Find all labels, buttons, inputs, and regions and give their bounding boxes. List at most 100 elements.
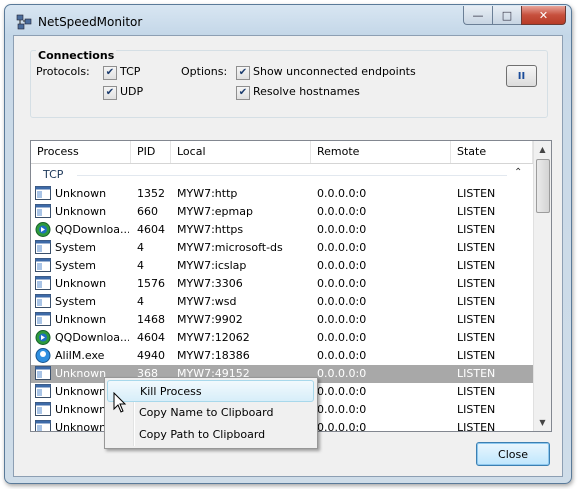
check-icon: ✔ [238,67,248,78]
table-row[interactable]: System 4 MYW7:microsoft-ds 0.0.0.0:0 LISTEN [31,239,533,257]
cell-remote: 0.0.0.0:0 [317,367,367,380]
window-close-button[interactable]: ✕ [521,6,566,25]
window-icon [35,204,51,219]
cell-process: QQDownloa... [55,223,129,236]
cell-local: MYW7:18386 [177,349,250,362]
cell-state: LISTEN [457,313,496,326]
tcp-checkbox[interactable]: ✔ [103,66,117,80]
scroll-down-arrow-icon[interactable]: ▼ [534,414,551,431]
cell-remote: 0.0.0.0:0 [317,187,367,200]
kill-process-menu-item[interactable]: Kill Process [107,380,314,402]
scroll-up-arrow-icon[interactable]: ▲ [534,141,551,158]
cell-process: System [55,295,97,308]
resolve-hostnames-checkbox[interactable]: ✔ [236,86,250,100]
cell-local: MYW7:icslap [177,259,247,272]
vertical-scrollbar[interactable]: ▲ ▼ [533,141,551,431]
cell-state: LISTEN [457,367,496,380]
cell-process: QQDownloa... [55,331,129,344]
close-icon: ✕ [538,8,549,22]
cell-local: MYW7:wsd [177,295,237,308]
options-label: Options: [181,65,228,78]
cell-remote: 0.0.0.0:0 [317,241,367,254]
connections-group: Connections Protocols: ✔ TCP ✔ UDP Optio… [30,49,548,118]
table-row[interactable]: QQDownloa... 4604 MYW7:12062 0.0.0.0:0 LISTE… [31,329,533,347]
pause-icon: II [517,70,526,82]
group-divider [77,175,507,176]
cell-remote: 0.0.0.0:0 [317,295,367,308]
minimize-icon: — [472,8,484,22]
udp-checkbox[interactable]: ✔ [103,86,117,100]
close-button[interactable]: Close [476,442,550,466]
cell-pid: 660 [137,205,158,218]
cell-local: MYW7:https [177,223,244,236]
cell-local: MYW7:12062 [177,331,250,344]
maximize-icon: □ [501,8,513,22]
tcp-group-header[interactable]: TCP ⌃ [31,165,533,183]
tcp-label[interactable]: TCP [120,65,140,78]
window-icon [35,312,51,327]
title-bar[interactable]: NetSpeedMonitor — □ ✕ [5,5,571,35]
table-row[interactable]: Unknown 1352 MYW7:http 0.0.0.0:0 LISTEN [31,185,533,203]
aliim-icon [35,348,51,363]
table-row[interactable]: Unknown 660 MYW7:epmap 0.0.0.0:0 LISTEN [31,203,533,221]
check-icon: ✔ [105,87,115,98]
window-icon [35,294,51,309]
cell-process: Unknown [55,205,107,218]
pause-button[interactable]: II [506,65,537,87]
cell-remote: 0.0.0.0:0 [317,385,367,398]
column-header-process[interactable]: Process [31,141,131,163]
cell-pid: 1468 [137,313,165,326]
cell-remote: 0.0.0.0:0 [317,349,367,362]
copy-path-menu-item[interactable]: Copy Path to Clipboard [107,424,314,446]
cell-remote: 0.0.0.0:0 [317,223,367,236]
minimize-button[interactable]: — [463,6,492,25]
table-row[interactable]: System 4 MYW7:icslap 0.0.0.0:0 LISTEN [31,257,533,275]
column-header-local[interactable]: Local [171,141,311,163]
table-row[interactable]: Unknown 1576 MYW7:3306 0.0.0.0:0 LISTEN [31,275,533,293]
table-row[interactable]: QQDownloa... 4604 MYW7:https 0.0.0.0:0 LISTE… [31,221,533,239]
column-header-pid[interactable]: PID [131,141,171,163]
maximize-button[interactable]: □ [492,6,521,25]
window-icon [35,384,51,399]
cell-process: System [55,241,97,254]
table-row[interactable]: AliIM.exe 4940 MYW7:18386 0.0.0.0:0 LISTEN [31,347,533,365]
cell-remote: 0.0.0.0:0 [317,313,367,326]
cell-local: MYW7:9902 [177,313,243,326]
cell-pid: 4940 [137,349,165,362]
qq-download-icon [35,330,51,345]
window-icon [35,276,51,291]
window-icon [35,258,51,273]
window-icon [35,366,51,381]
cell-process: AliIM.exe [55,349,105,362]
column-header-remote[interactable]: Remote [311,141,451,163]
cell-state: LISTEN [457,241,496,254]
show-unconnected-checkbox[interactable]: ✔ [236,66,250,80]
cell-remote: 0.0.0.0:0 [317,259,367,272]
cell-remote: 0.0.0.0:0 [317,403,367,416]
scroll-thumb[interactable] [536,159,550,213]
window-title: NetSpeedMonitor [38,15,143,29]
list-header: Process PID Local Remote State [31,141,533,164]
udp-label[interactable]: UDP [120,85,143,98]
cell-local: MYW7:microsoft-ds [177,241,283,254]
cell-remote: 0.0.0.0:0 [317,205,367,218]
network-app-icon [16,14,32,30]
cell-local: MYW7:epmap [177,205,253,218]
context-menu: Kill Process Copy Name to Clipboard Copy… [104,377,318,449]
cell-state: LISTEN [457,205,496,218]
window-icon [35,420,51,431]
protocols-label: Protocols: [36,65,90,78]
show-unconnected-label[interactable]: Show unconnected endpoints [253,65,416,78]
table-row[interactable]: System 4 MYW7:wsd 0.0.0.0:0 LISTEN [31,293,533,311]
cell-pid: 4 [137,259,144,272]
resolve-hostnames-label[interactable]: Resolve hostnames [253,85,360,98]
column-header-state[interactable]: State [451,141,533,163]
window-icon [35,186,51,201]
cell-state: LISTEN [457,349,496,362]
collapse-chevron-icon[interactable]: ⌃ [514,167,522,178]
cell-process: Unknown [55,313,107,326]
cell-state: LISTEN [457,295,496,308]
cell-pid: 4604 [137,223,165,236]
copy-name-menu-item[interactable]: Copy Name to Clipboard [107,402,314,424]
table-row[interactable]: Unknown 1468 MYW7:9902 0.0.0.0:0 LISTEN [31,311,533,329]
